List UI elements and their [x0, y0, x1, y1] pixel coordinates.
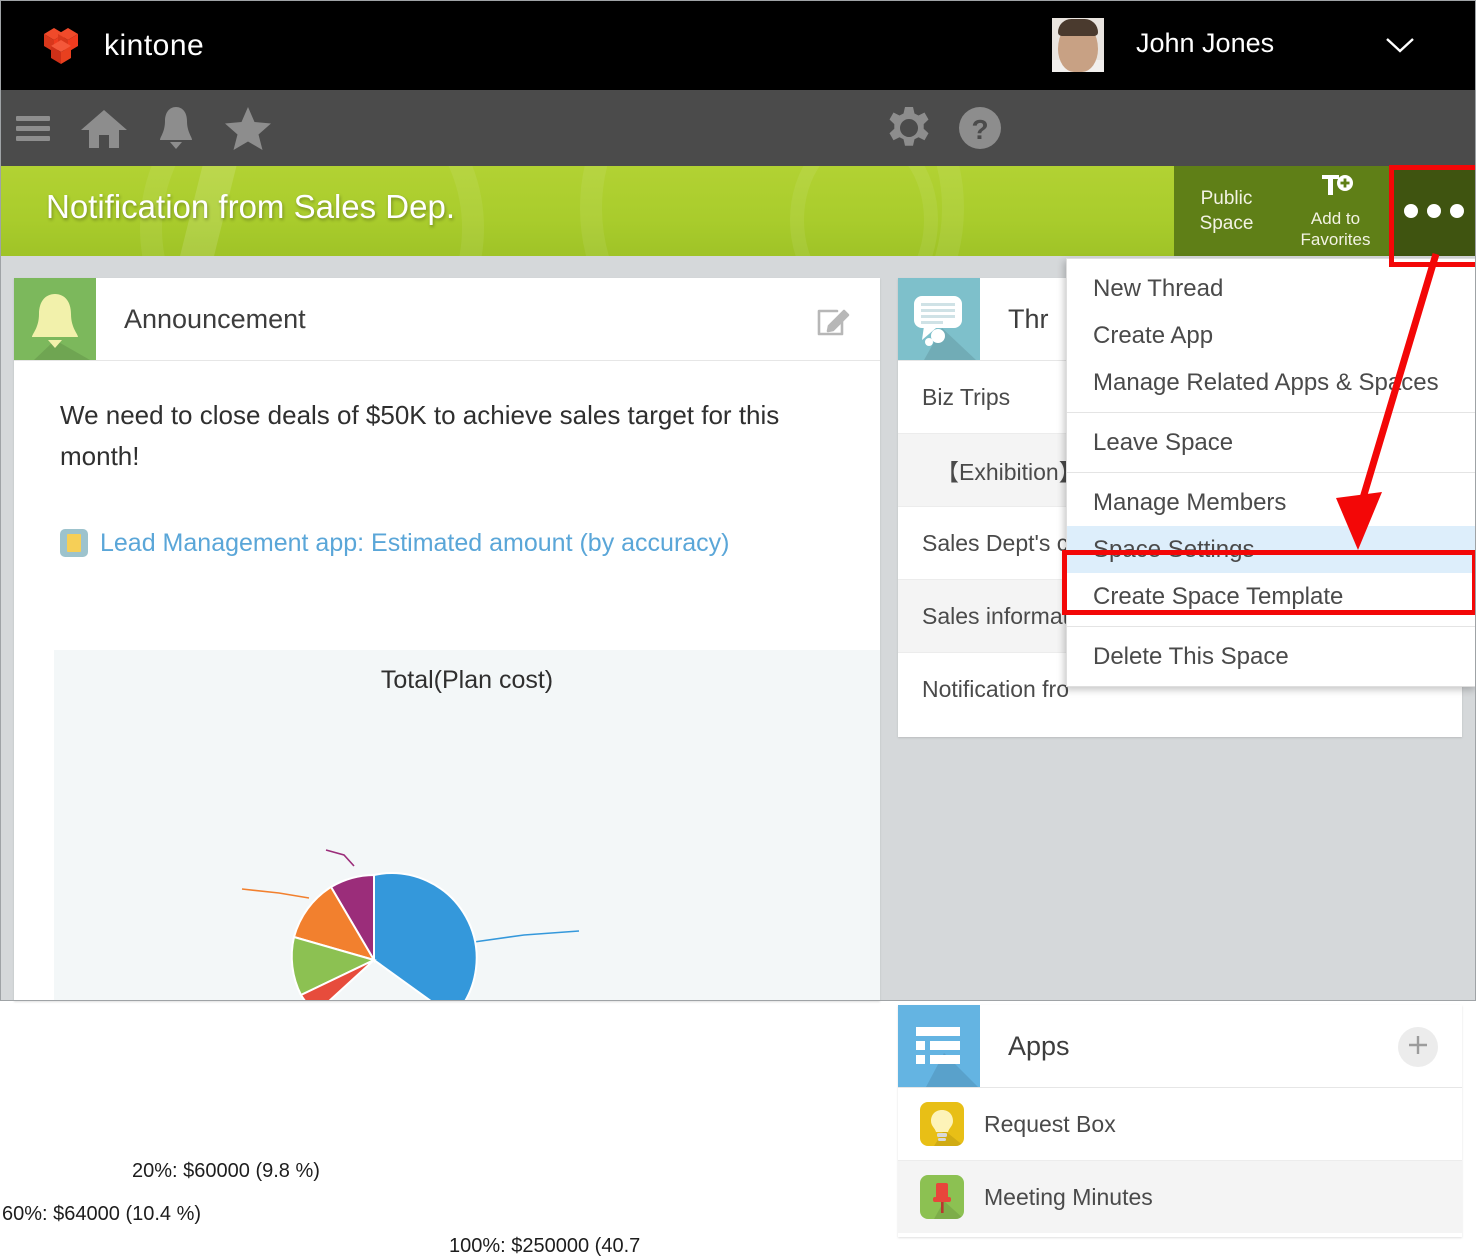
announcement-text: We need to close deals of $50K to achiev… — [60, 395, 834, 477]
announcement-title: Announcement — [124, 304, 306, 335]
pie-slices — [292, 873, 477, 1001]
menu-item-new-thread[interactable]: New Thread — [1067, 265, 1476, 312]
menu-item-delete-this-space[interactable]: Delete This Space — [1067, 633, 1476, 680]
app-file-icon — [60, 529, 88, 557]
app-list-label: Request Box — [984, 1111, 1116, 1138]
public-space-label-1: Public — [1201, 186, 1253, 211]
threads-title: Thr — [1008, 304, 1049, 335]
pie-label-60: 60%: $64000 (10.4 %) — [2, 1203, 201, 1226]
list-icon — [898, 1005, 980, 1087]
space-options-menu: New Thread Create App Manage Related App… — [1066, 258, 1476, 687]
pushpin-icon — [920, 1175, 964, 1219]
add-to-favorites-button[interactable]: Add to Favorites — [1279, 166, 1392, 256]
public-space-label-2: Space — [1200, 211, 1254, 236]
star-icon[interactable] — [222, 90, 274, 166]
home-icon[interactable] — [78, 90, 130, 166]
plan-cost-pie-chart: Total(Plan cost) — [54, 650, 880, 1001]
announcement-panel: Announcement We need to close deals of $… — [14, 278, 880, 1001]
question-mark-icon[interactable]: ? — [956, 90, 1004, 166]
ellipsis-icon — [1404, 204, 1464, 218]
pie-label-100: 100%: $250000 (40.7 — [449, 1235, 640, 1258]
menu-item-leave-space[interactable]: Leave Space — [1067, 419, 1476, 466]
edit-pencil-icon[interactable] — [816, 303, 850, 337]
menu-group: New Thread Create App Manage Related App… — [1067, 259, 1476, 412]
apps-panel: Apps Request Box — [898, 1005, 1462, 1237]
user-name[interactable]: John Jones — [1136, 28, 1274, 59]
pie-label-20: 20%: $60000 (9.8 %) — [132, 1160, 320, 1183]
chevron-down-icon[interactable] — [1385, 36, 1415, 54]
favorites-label-1: Add to — [1311, 208, 1360, 229]
page-title: Notification from Sales Dep. — [46, 188, 455, 226]
app-list-item[interactable]: Request Box — [898, 1088, 1462, 1161]
pie-svg — [54, 650, 880, 1001]
announcement-header: Announcement — [14, 278, 880, 361]
menu-item-space-settings[interactable]: Space Settings — [1067, 526, 1476, 573]
public-space-button[interactable]: Public Space — [1174, 166, 1279, 256]
app-list-item[interactable]: Meeting Minutes — [898, 1161, 1462, 1233]
brand-name: kintone — [104, 29, 204, 63]
bell-icon — [14, 278, 96, 360]
gear-icon[interactable] — [884, 90, 934, 166]
banner-actions: Public Space Add to Favorites — [1174, 166, 1476, 256]
bell-icon[interactable] — [150, 90, 202, 166]
menu-item-create-space-template[interactable]: Create Space Template — [1067, 573, 1476, 620]
space-more-menu-button[interactable] — [1392, 166, 1476, 256]
announcement-link[interactable]: Lead Management app: Estimated amount (b… — [100, 521, 730, 566]
nav-toolbar: ? — [0, 90, 1476, 166]
menu-item-create-app[interactable]: Create App — [1067, 312, 1476, 359]
brand[interactable]: kintone — [42, 24, 204, 68]
apps-title: Apps — [1008, 1031, 1070, 1062]
add-app-button[interactable] — [1398, 1027, 1438, 1067]
page-root: kintone John Jones ? — [0, 0, 1476, 1001]
top-bar: kintone John Jones — [0, 0, 1476, 90]
menu-group: Delete This Space — [1067, 626, 1476, 686]
svg-text:?: ? — [971, 114, 988, 145]
announcement-body: We need to close deals of $50K to achiev… — [14, 361, 880, 566]
speech-bubble-icon — [898, 278, 980, 360]
plus-icon — [1406, 1033, 1430, 1062]
menu-group: Manage Members Space Settings Create Spa… — [1067, 472, 1476, 626]
kintone-cube-logo-icon — [42, 24, 90, 68]
menu-group: Leave Space — [1067, 412, 1476, 472]
avatar[interactable] — [1052, 18, 1104, 72]
pin-plus-icon — [1318, 173, 1354, 206]
announcement-link-row: Lead Management app: Estimated amount (b… — [60, 521, 834, 566]
lightbulb-icon — [920, 1102, 964, 1146]
apps-header: Apps — [898, 1005, 1462, 1088]
menu-item-manage-related-apps-spaces[interactable]: Manage Related Apps & Spaces — [1067, 359, 1476, 406]
hamburger-menu-icon[interactable] — [8, 90, 56, 166]
app-list-label: Meeting Minutes — [984, 1184, 1153, 1211]
menu-item-manage-members[interactable]: Manage Members — [1067, 479, 1476, 526]
favorites-label-2: Favorites — [1301, 229, 1371, 250]
